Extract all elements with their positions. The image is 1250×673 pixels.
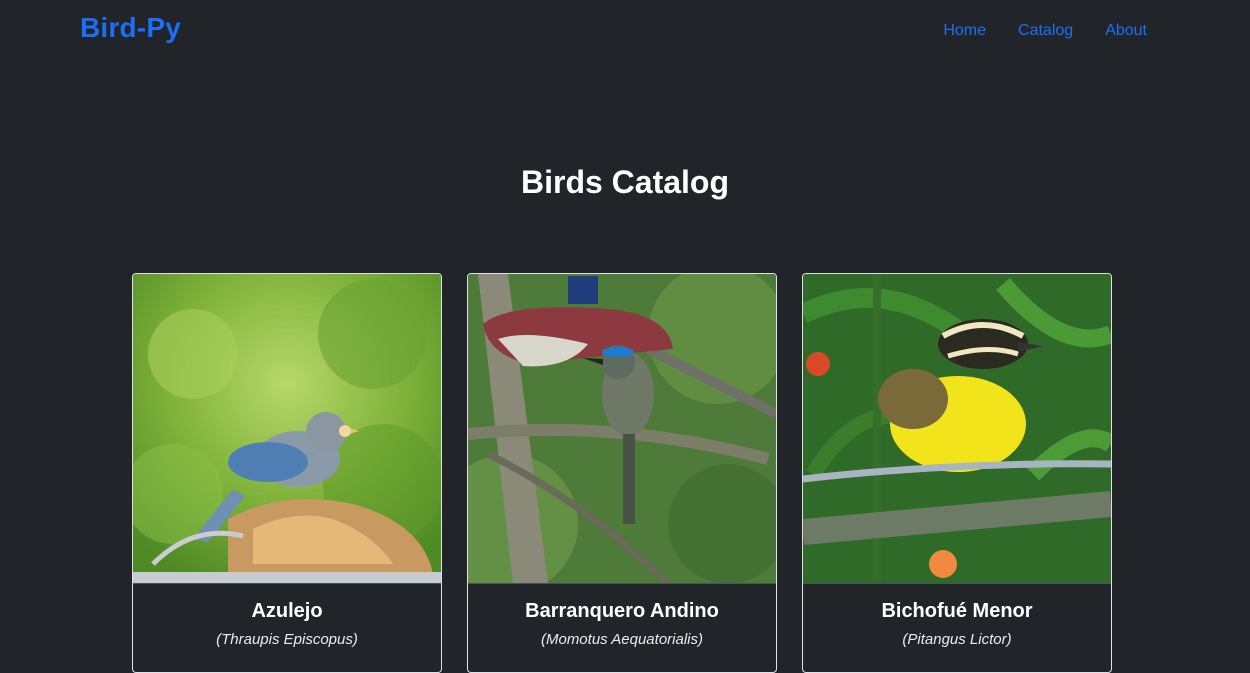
card-body: Barranquero Andino (Momotus Aequatoriali… (468, 584, 776, 648)
nav-link-about[interactable]: About (1105, 22, 1147, 40)
card-body: Azulejo (Thraupis Episcopus) (133, 584, 441, 648)
bird-photo-barranquero-andino[interactable] (468, 274, 776, 584)
bird-card-barranquero-andino[interactable]: Barranquero Andino (Momotus Aequatoriali… (467, 273, 777, 673)
card-body: Bichofué Menor (Pitangus Lictor) (803, 584, 1111, 648)
bird-scientific-name: (Momotus Aequatorialis) (540, 631, 703, 648)
bird-photo-bichofue-menor[interactable] (803, 274, 1111, 584)
bird-cards: Azulejo (Thraupis Episcopus) Barranquero… (132, 273, 1112, 673)
navbar: Bird-Py Home Catalog About (0, 0, 1250, 62)
bird-scientific-name: (Thraupis Episcopus) (216, 631, 358, 648)
bird-name: Bichofué Menor (881, 600, 1033, 622)
page-title: Birds Catalog (520, 164, 730, 200)
bird-scientific-name: (Pitangus Lictor) (902, 631, 1012, 648)
nav-link-catalog[interactable]: Catalog (1018, 22, 1073, 40)
bird-name: Barranquero Andino (525, 600, 719, 622)
bird-card-bichofue-menor[interactable]: Bichofué Menor (Pitangus Lictor) (802, 273, 1112, 673)
bird-photo-azulejo[interactable] (133, 274, 441, 584)
bird-card-azulejo[interactable]: Azulejo (Thraupis Episcopus) (132, 273, 442, 673)
brand-logo[interactable]: Bird-Py (80, 12, 181, 44)
bird-name: Azulejo (251, 600, 323, 622)
nav-link-home[interactable]: Home (943, 22, 986, 40)
nav-links: Home Catalog About (943, 22, 1147, 40)
